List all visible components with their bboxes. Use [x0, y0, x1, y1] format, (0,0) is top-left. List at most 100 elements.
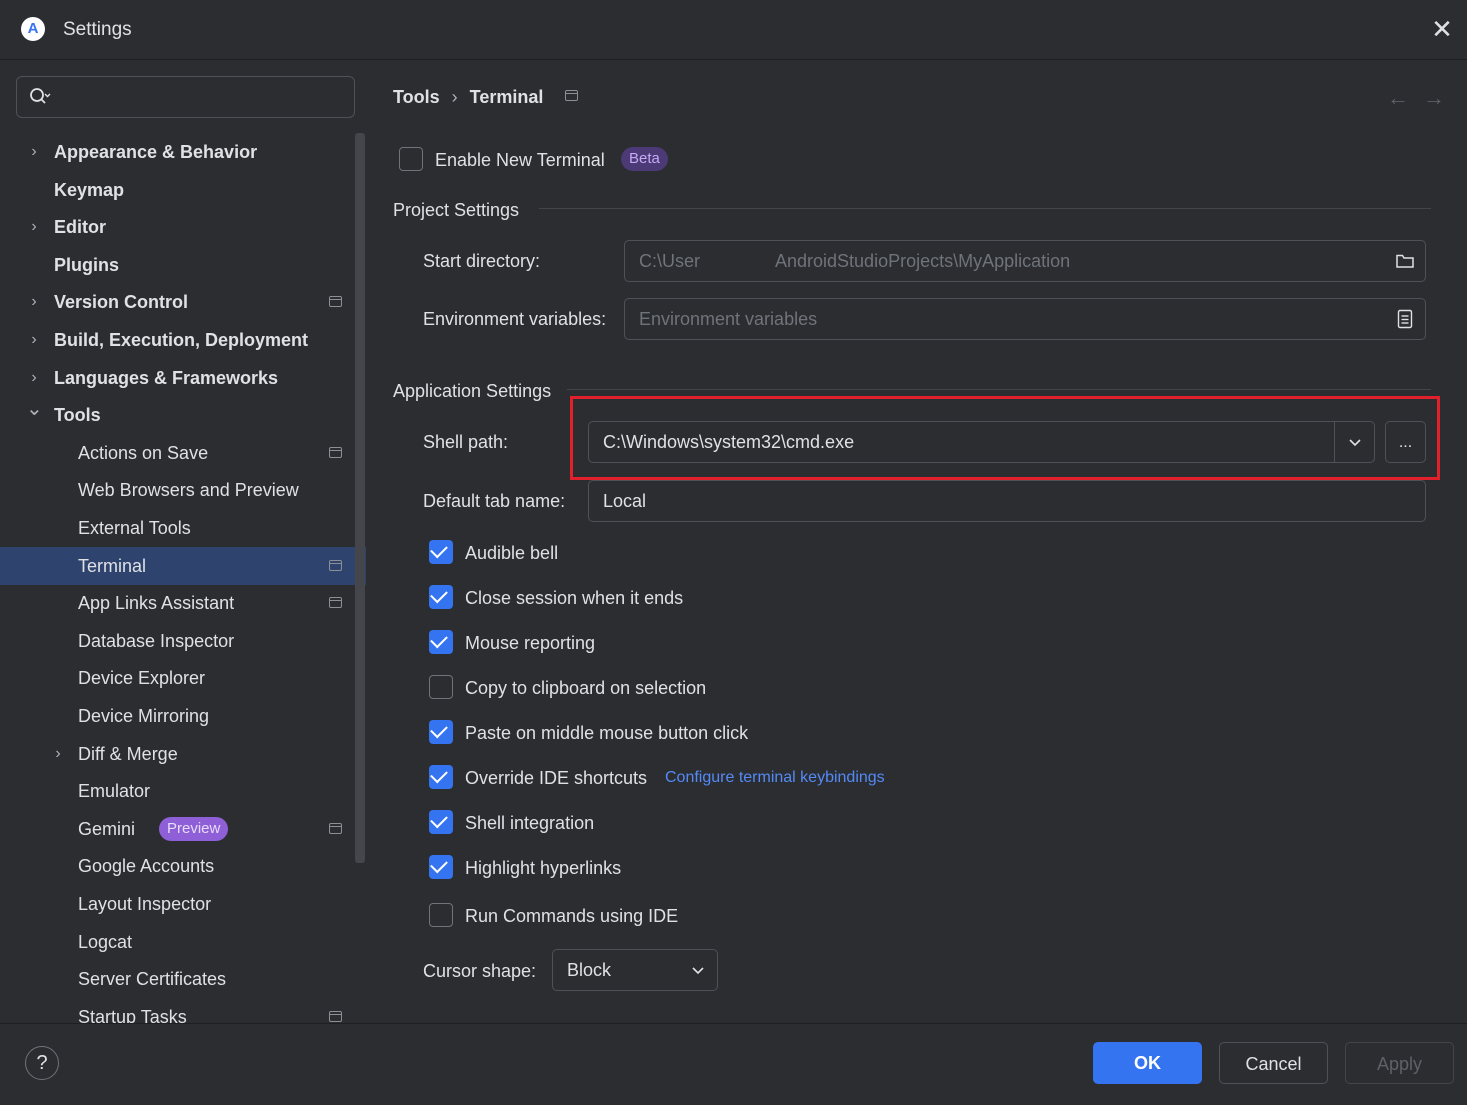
chevron-right-icon[interactable]: ›	[26, 283, 42, 321]
start-directory-value-part2: AndroidStudioProjects\MyApplication	[775, 251, 1071, 271]
sidebar-item-keymap[interactable]: Keymap	[0, 171, 354, 209]
document-icon[interactable]	[1395, 309, 1415, 329]
breadcrumb: Tools › Terminal	[393, 85, 579, 109]
help-icon[interactable]: ?	[25, 1046, 59, 1080]
beta-badge: Beta	[621, 147, 668, 171]
apply-button[interactable]: Apply	[1345, 1042, 1454, 1084]
project-scope-icon	[329, 446, 342, 458]
sidebar-item-label: Emulator	[78, 781, 151, 802]
sidebar-item-tools[interactable]: ⌄ Tools	[0, 396, 354, 434]
enable-new-terminal-label[interactable]: Enable New Terminal	[435, 150, 605, 171]
highlight-hyperlinks-label[interactable]: Highlight hyperlinks	[465, 858, 621, 879]
sidebar-item-label: Plugins	[54, 254, 120, 275]
project-scope-icon	[329, 822, 342, 834]
folder-icon[interactable]	[1395, 251, 1415, 271]
chevron-down-icon[interactable]	[1335, 422, 1375, 462]
chevron-right-icon[interactable]: ›	[26, 321, 42, 359]
copy-to-clipboard-on-selection-label[interactable]: Copy to clipboard on selection	[465, 678, 706, 699]
sidebar-item-gemini[interactable]: Gemini Preview	[0, 810, 354, 848]
sidebar-item-languages-frameworks[interactable]: › Languages & Frameworks	[0, 359, 354, 397]
run-commands-using-ide-label[interactable]: Run Commands using IDE	[465, 906, 678, 927]
sidebar-item-plugins[interactable]: Plugins	[0, 246, 354, 284]
sidebar-item-build-execution-deployment[interactable]: › Build, Execution, Deployment	[0, 321, 354, 359]
sidebar-item-diff-merge[interactable]: › Diff & Merge	[0, 735, 354, 773]
sidebar-item-device-mirroring[interactable]: Device Mirroring	[0, 697, 354, 735]
mouse-reporting-label[interactable]: Mouse reporting	[465, 633, 595, 654]
chevron-down-icon	[692, 967, 704, 975]
forward-arrow-icon[interactable]: →	[1423, 85, 1459, 110]
sidebar-item-version-control[interactable]: › Version Control	[0, 283, 354, 321]
close-session-when-it-ends-label[interactable]: Close session when it ends	[465, 588, 683, 609]
override-ide-shortcuts-checkbox[interactable]	[429, 765, 453, 789]
sidebar-item-database-inspector[interactable]: Database Inspector	[0, 622, 354, 660]
chevron-right-icon[interactable]: ›	[26, 133, 42, 171]
environment-variables-placeholder: Environment variables	[639, 309, 818, 329]
close-icon[interactable]: ✕	[1427, 14, 1457, 44]
chevron-right-icon[interactable]: ›	[26, 208, 42, 246]
sidebar-item-external-tools[interactable]: External Tools	[0, 509, 354, 547]
project-scope-icon	[329, 559, 342, 571]
sidebar-item-layout-inspector[interactable]: Layout Inspector	[0, 885, 354, 923]
override-ide-shortcuts-label[interactable]: Override IDE shortcuts	[465, 768, 647, 789]
sidebar-item-logcat[interactable]: Logcat	[0, 923, 354, 961]
sidebar-item-google-accounts[interactable]: Google Accounts	[0, 847, 354, 885]
settings-search[interactable]	[16, 76, 355, 118]
shell-path-combobox[interactable]: C:\Windows\system32\cmd.exe	[588, 421, 1375, 463]
sidebar-item-app-links-assistant[interactable]: App Links Assistant	[0, 584, 354, 622]
sidebar-item-label: App Links Assistant	[78, 593, 235, 614]
title-bar: A Settings ✕	[0, 0, 1467, 60]
search-input[interactable]	[61, 83, 346, 111]
sidebar-item-web-browsers-and-preview[interactable]: Web Browsers and Preview	[0, 471, 354, 509]
sidebar-item-label: Gemini	[78, 818, 136, 839]
navigation-arrows: ←→	[1387, 85, 1459, 111]
highlight-hyperlinks-checkbox[interactable]	[429, 855, 453, 879]
sidebar-item-label: Keymap	[54, 179, 125, 200]
copy-to-clipboard-on-selection-checkbox[interactable]	[429, 675, 453, 699]
sidebar-item-device-explorer[interactable]: Device Explorer	[0, 659, 354, 697]
sidebar-item-emulator[interactable]: Emulator	[0, 772, 354, 810]
environment-variables-label: Environment variables:	[423, 309, 607, 329]
audible-bell-label[interactable]: Audible bell	[465, 543, 558, 564]
paste-on-middle-mouse-button-click-checkbox[interactable]	[429, 720, 453, 744]
sidebar-item-label: Server Certificates	[78, 969, 227, 990]
sidebar-item-label: Editor	[54, 217, 106, 238]
configure-keybindings-link[interactable]: Configure terminal keybindings	[665, 769, 885, 787]
mouse-reporting-checkbox[interactable]	[429, 630, 453, 654]
shell-integration-label[interactable]: Shell integration	[465, 813, 594, 834]
chevron-down-icon[interactable]: ⌄	[26, 390, 43, 428]
ok-button[interactable]: OK	[1093, 1042, 1202, 1084]
sidebar-item-label: Google Accounts	[78, 856, 215, 877]
settings-content: Tools › Terminal ←→ Enable New Terminal Be…	[367, 61, 1467, 1023]
default-tab-name-field[interactable]: Local	[588, 480, 1426, 522]
project-scope-icon	[329, 1010, 342, 1022]
sidebar-item-appearance-behavior[interactable]: › Appearance & Behavior	[0, 133, 354, 171]
cursor-shape-dropdown[interactable]: Block	[552, 949, 718, 991]
cancel-button[interactable]: Cancel	[1219, 1042, 1328, 1084]
dialog-footer: ? OK Cancel Apply	[0, 1023, 1467, 1105]
enable-new-terminal-checkbox[interactable]	[399, 147, 423, 171]
project-scope-icon	[565, 90, 579, 101]
back-arrow-icon[interactable]: ←	[1387, 85, 1423, 110]
start-directory-field[interactable]: C:\User AndroidStudioProjects\MyApplicat…	[624, 240, 1426, 282]
preview-badge: Preview	[159, 816, 229, 841]
environment-variables-field[interactable]: Environment variables	[624, 298, 1426, 340]
browse-shell-button[interactable]: ...	[1385, 421, 1426, 463]
run-commands-using-ide-checkbox[interactable]	[429, 903, 453, 927]
close-session-when-it-ends-checkbox[interactable]	[429, 585, 453, 609]
sidebar-item-label: Database Inspector	[78, 630, 235, 651]
sidebar-item-label: Web Browsers and Preview	[78, 480, 299, 501]
start-directory-value-part1: C:\User	[639, 251, 701, 271]
sidebar-item-server-certificates[interactable]: Server Certificates	[0, 960, 354, 998]
sidebar-item-terminal[interactable]: Terminal	[0, 546, 366, 585]
sidebar-item-editor[interactable]: › Editor	[0, 208, 354, 246]
section-divider	[567, 389, 1431, 390]
audible-bell-checkbox[interactable]	[429, 540, 453, 564]
breadcrumb-current: Terminal	[469, 87, 544, 107]
sidebar-item-label: Languages & Frameworks	[54, 367, 279, 388]
paste-on-middle-mouse-button-click-label[interactable]: Paste on middle mouse button click	[465, 723, 748, 744]
shell-integration-checkbox[interactable]	[429, 810, 453, 834]
breadcrumb-parent[interactable]: Tools	[393, 87, 440, 107]
sidebar-item-actions-on-save[interactable]: Actions on Save	[0, 434, 354, 472]
sidebar-scrollbar[interactable]	[355, 133, 365, 863]
chevron-right-icon[interactable]: ›	[50, 735, 66, 773]
